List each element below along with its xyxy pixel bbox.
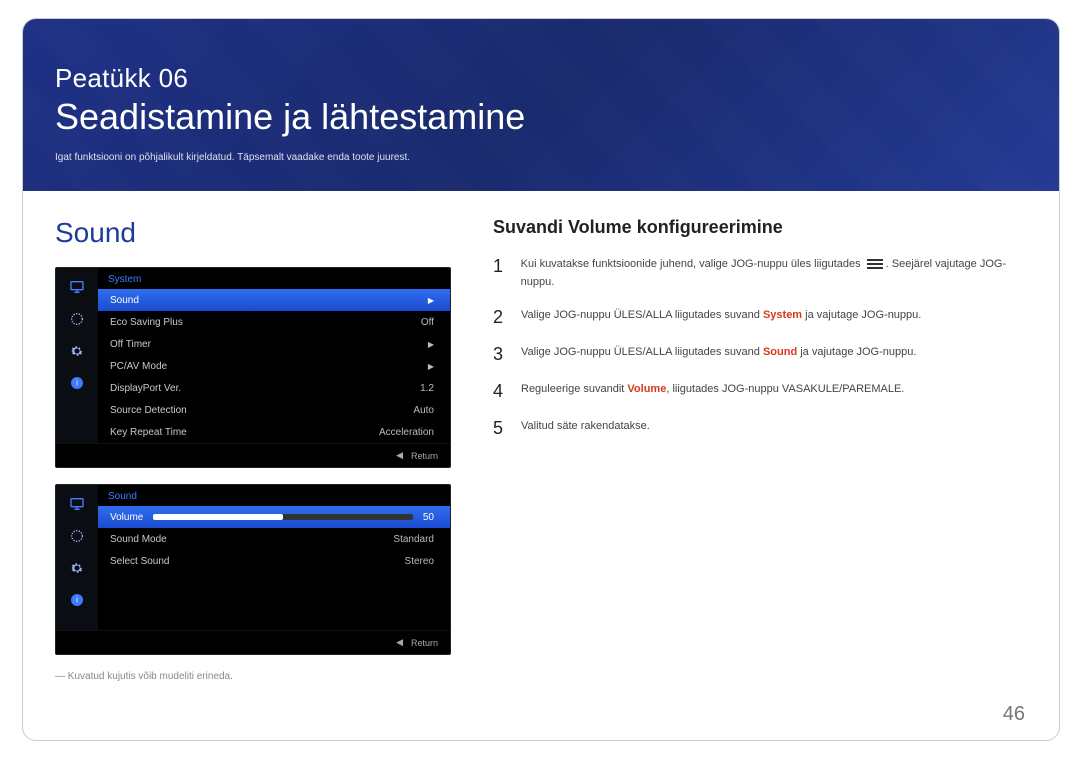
osd-row: PC/AV Mode ▶ xyxy=(98,355,450,377)
osd-footer: ◀ Return xyxy=(56,630,450,654)
osd-return-label: Return xyxy=(411,451,438,461)
osd-row: Source Detection Auto xyxy=(98,399,450,421)
osd-screenshot-system: i System Sound ▶ Eco Saving Plus Off Off Ti… xyxy=(55,267,451,468)
osd-row-label: Key Repeat Time xyxy=(110,427,187,438)
info-icon: i xyxy=(64,372,90,394)
osd-panel: System Sound ▶ Eco Saving Plus Off Off Time… xyxy=(98,268,450,443)
osd-row-value: Acceleration xyxy=(379,427,434,438)
osd-panel: Sound Volume 50 Sound Mode Standard Select S… xyxy=(98,485,450,630)
osd-panel-title: Sound xyxy=(98,489,450,506)
osd-row-label: Sound xyxy=(110,295,139,306)
osd-return-label: Return xyxy=(411,638,438,648)
chapter-hero: Peatükk 06 Seadistamine ja lähtestamine … xyxy=(23,19,1059,191)
page-number: 46 xyxy=(1003,703,1025,726)
steps-list: 1 Kui kuvatakse funktsioonide juhend, val… xyxy=(493,256,1027,439)
chapter-subtext: Igat funktsiooni on põhjalikult kirjelda… xyxy=(55,152,1027,163)
step-text: Valige JOG-nuppu ÜLES/ALLA liigutades su… xyxy=(521,344,916,362)
footnote-text: Kuvatud kujutis võib mudeliti erineda. xyxy=(68,671,233,682)
osd-row: Sound Mode Standard xyxy=(98,528,450,550)
svg-text:i: i xyxy=(76,596,78,605)
osd-row-label: Sound Mode xyxy=(110,534,167,545)
osd-row-value: Off xyxy=(421,317,434,328)
monitor-icon xyxy=(64,276,90,298)
osd-row-value: 50 xyxy=(423,512,434,523)
highlight-term: Volume xyxy=(627,383,666,395)
left-column: Sound i System Sound ▶ Eco Saving Plus Off… xyxy=(55,217,465,682)
dash-icon: ― xyxy=(55,671,68,682)
subheading-volume: Suvandi Volume konfigureerimine xyxy=(493,217,1027,238)
section-heading-sound: Sound xyxy=(55,217,465,249)
svg-text:i: i xyxy=(76,379,78,388)
hero-pattern xyxy=(23,19,1059,191)
gear-icon xyxy=(64,340,90,362)
osd-panel-title: System xyxy=(98,272,450,289)
step-number: 1 xyxy=(493,256,509,277)
step-number: 2 xyxy=(493,307,509,328)
osd-tab-bar: i xyxy=(56,485,98,630)
osd-row-value: ▶ xyxy=(428,361,434,372)
step: 4 Reguleerige suvandit Volume, liigutades… xyxy=(493,381,1027,402)
osd-row-value: Stereo xyxy=(405,556,434,567)
content-area: Sound i System Sound ▶ Eco Saving Plus Off… xyxy=(23,191,1059,682)
osd-row: Select Sound Stereo xyxy=(98,550,450,572)
triangle-left-icon: ◀ xyxy=(396,637,403,648)
step-number: 4 xyxy=(493,381,509,402)
step-number: 5 xyxy=(493,418,509,439)
step-text: Valige JOG-nuppu ÜLES/ALLA liigutades su… xyxy=(521,307,921,325)
osd-row-label: DisplayPort Ver. xyxy=(110,383,181,394)
info-icon: i xyxy=(64,589,90,611)
step-text: Reguleerige suvandit Volume, liigutades … xyxy=(521,381,904,399)
osd-row-value: ▶ xyxy=(428,339,434,350)
highlight-term: System xyxy=(763,309,802,321)
osd-row: DisplayPort Ver. 1.2 xyxy=(98,377,450,399)
highlight-term: Sound xyxy=(763,346,797,358)
osd-screenshot-sound: i Sound Volume 50 Sound Mode Standard Select… xyxy=(55,484,451,655)
gear-outline-icon xyxy=(64,525,90,547)
osd-slider xyxy=(153,514,413,520)
osd-row-label: Select Sound xyxy=(110,556,170,567)
step-number: 3 xyxy=(493,344,509,365)
osd-row: Key Repeat Time Acceleration xyxy=(98,421,450,443)
osd-footer: ◀ Return xyxy=(56,443,450,467)
osd-row-label: Off Timer xyxy=(110,339,151,350)
triangle-left-icon: ◀ xyxy=(396,450,403,461)
osd-row: Volume 50 xyxy=(98,506,450,528)
osd-row: Off Timer ▶ xyxy=(98,333,450,355)
step: 1 Kui kuvatakse funktsioonide juhend, val… xyxy=(493,256,1027,291)
step-text: Kui kuvatakse funktsioonide juhend, vali… xyxy=(521,256,1027,291)
gear-icon xyxy=(64,557,90,579)
footnote: ― Kuvatud kujutis võib mudeliti erineda. xyxy=(55,671,465,682)
step: 3 Valige JOG-nuppu ÜLES/ALLA liigutades s… xyxy=(493,344,1027,365)
right-column: Suvandi Volume konfigureerimine 1 Kui kuv… xyxy=(493,217,1027,682)
triangle-right-icon: ▶ xyxy=(428,340,434,349)
osd-row-value: 1.2 xyxy=(420,383,434,394)
triangle-right-icon: ▶ xyxy=(428,362,434,371)
osd-rows: Sound ▶Eco Saving PlusOffOff Timer ▶PC/A… xyxy=(98,289,450,443)
osd-row-label: Volume xyxy=(110,512,143,523)
osd-row-value: Auto xyxy=(413,405,434,416)
step: 5 Valitud säte rakendatakse. xyxy=(493,418,1027,439)
menu-icon xyxy=(867,259,883,269)
osd-rows: Volume 50 Sound Mode Standard Select Sound St… xyxy=(98,506,450,572)
osd-row-label: PC/AV Mode xyxy=(110,361,167,372)
osd-row: Eco Saving Plus Off xyxy=(98,311,450,333)
page-frame: Peatükk 06 Seadistamine ja lähtestamine … xyxy=(22,18,1060,741)
triangle-right-icon: ▶ xyxy=(428,296,434,305)
osd-row: Sound ▶ xyxy=(98,289,450,311)
gear-outline-icon xyxy=(64,308,90,330)
osd-row-value: ▶ xyxy=(428,295,434,306)
osd-row-value: Standard xyxy=(393,534,434,545)
osd-row-label: Source Detection xyxy=(110,405,187,416)
osd-tab-bar: i xyxy=(56,268,98,443)
monitor-icon xyxy=(64,493,90,515)
step: 2 Valige JOG-nuppu ÜLES/ALLA liigutades s… xyxy=(493,307,1027,328)
step-text: Valitud säte rakendatakse. xyxy=(521,418,650,436)
osd-row-label: Eco Saving Plus xyxy=(110,317,183,328)
